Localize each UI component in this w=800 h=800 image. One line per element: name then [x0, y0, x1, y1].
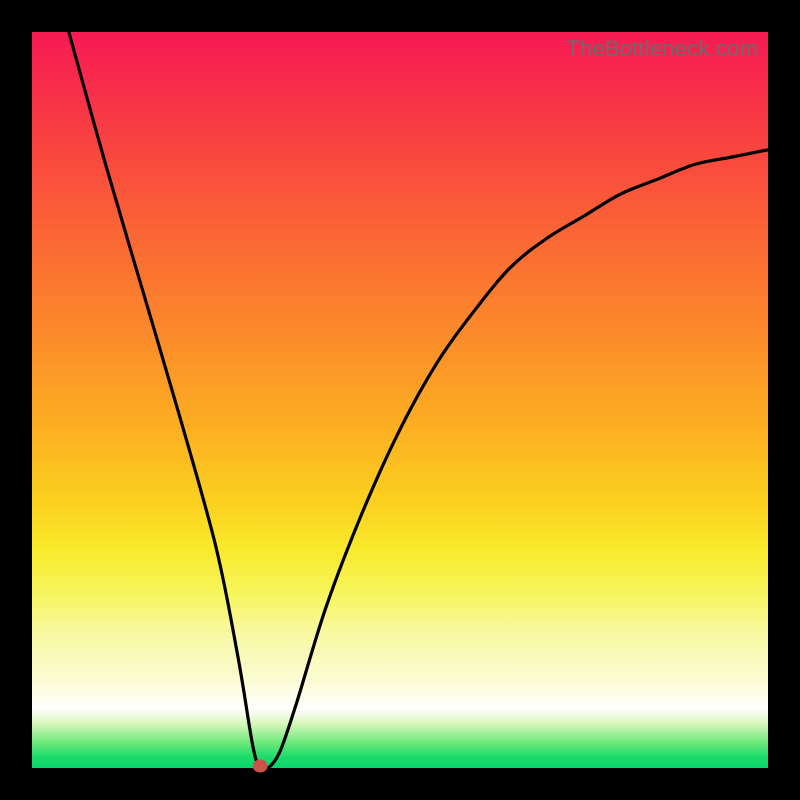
bottleneck-curve	[69, 32, 768, 770]
chart-frame: TheBottleneck.com	[0, 0, 800, 800]
optimum-marker	[253, 760, 267, 772]
curve-svg	[32, 32, 768, 768]
plot-area: TheBottleneck.com	[32, 32, 768, 768]
